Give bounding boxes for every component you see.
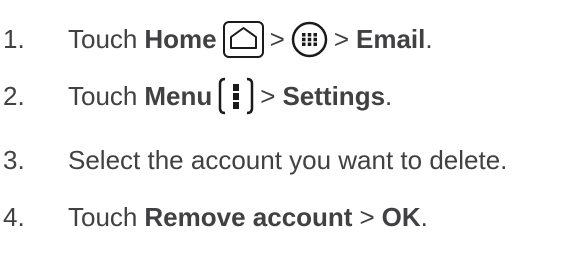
email-label: Email [356,23,426,54]
home-label: Home [144,23,217,54]
step-number: 4. [3,201,25,232]
step-text: Select the account you want to delete. [68,144,508,175]
settings-label: Settings [282,80,386,111]
period: . [420,201,428,232]
ok-label: OK [381,201,421,232]
step-content: Select the account you want to delete. [68,145,507,176]
period: . [425,23,433,54]
step-content: Touch Menu > Settings . [68,77,392,115]
step-verb: Touch [68,80,138,111]
step-content: Touch Home > > Email . [68,20,433,58]
separator: > [333,23,350,54]
step-number: 1. [3,23,25,54]
step-content: Touch Remove account > OK . [68,202,428,233]
separator: > [269,23,285,54]
step-verb: Touch [68,201,138,232]
step-3: 3. Select the account you want to delete… [0,139,562,181]
step-4: 4. Touch Remove account > OK . [0,196,562,238]
apps-icon [291,21,328,58]
step-1: 1. Touch Home > > Email . [0,18,562,60]
menu-icon [218,77,254,115]
step-2: 2. Touch Menu > Settings . [0,75,562,117]
home-icon [222,20,264,58]
separator: > [359,201,375,232]
separator: > [260,80,276,111]
period: . [385,80,393,111]
step-number: 3. [3,144,25,175]
remove-account-label: Remove account [144,201,353,232]
step-verb: Touch [68,23,138,54]
menu-label: Menu [144,80,213,111]
step-number: 2. [3,80,25,111]
instruction-steps: 1. Touch Home > > Email . 2. Touch Menu … [0,0,562,258]
